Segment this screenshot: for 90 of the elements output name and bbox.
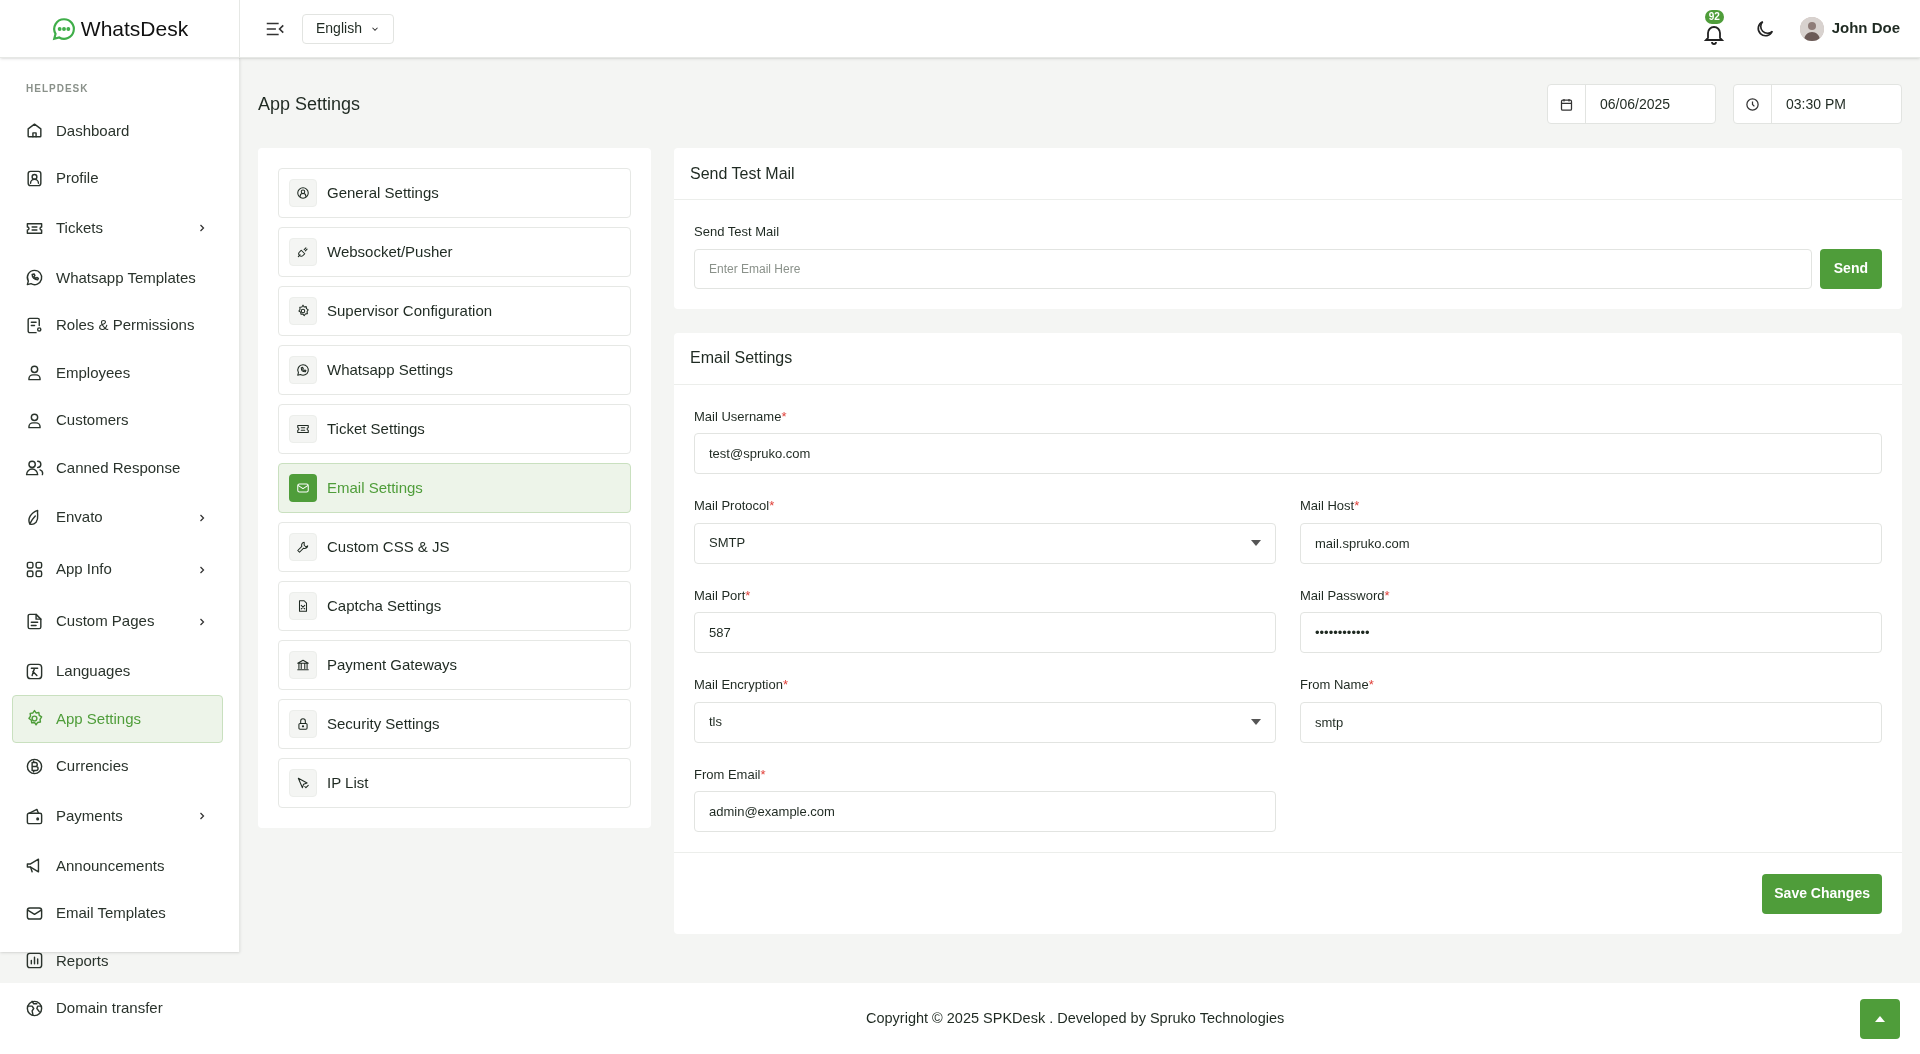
user-icon bbox=[25, 410, 44, 430]
language-dropdown[interactable]: English bbox=[302, 13, 394, 44]
select-field[interactable]: SMTP bbox=[694, 522, 1276, 564]
bank-icon bbox=[296, 658, 310, 672]
field-label: From Name* bbox=[1300, 676, 1375, 694]
sidebar-item[interactable]: Languages bbox=[12, 647, 223, 695]
user-icon bbox=[25, 363, 44, 383]
field-label: From Email* bbox=[694, 765, 767, 784]
settings-menu-item[interactable]: General Settings bbox=[278, 168, 631, 218]
plug-icon bbox=[296, 245, 310, 259]
field-label: Mail Host* bbox=[1300, 497, 1361, 515]
sidebar-item[interactable]: Tickets bbox=[12, 202, 223, 254]
translate-icon bbox=[25, 661, 44, 681]
sidebar-item[interactable]: Currencies bbox=[12, 742, 223, 790]
sidebar-item[interactable]: App Info bbox=[12, 543, 223, 596]
input-field[interactable]: test@spruko.com bbox=[694, 433, 1882, 474]
sidebar-item[interactable]: Payments bbox=[12, 790, 223, 842]
grid-icon bbox=[25, 560, 44, 579]
page-title: App Settings bbox=[258, 92, 361, 116]
sidebar-item[interactable]: Whatsapp Templates bbox=[12, 254, 223, 302]
field-label: Mail Protocol* bbox=[694, 497, 776, 515]
select-field[interactable]: tls bbox=[694, 701, 1276, 743]
bar-chart-icon bbox=[25, 951, 44, 971]
chat-logo-icon bbox=[50, 15, 77, 42]
sidebar-item[interactable]: Announcements bbox=[12, 842, 223, 890]
sidebar-item[interactable]: Roles & Permissions bbox=[12, 301, 223, 349]
card-title: Send Test Mail bbox=[674, 148, 1902, 200]
phone-bubble-icon bbox=[25, 268, 44, 288]
footer-text: Copyright © 2025 SPKDesk . Developed by Spruko Technologies bbox=[866, 1008, 1285, 1028]
input-field[interactable]: 587 bbox=[694, 612, 1276, 653]
calendar-icon bbox=[1559, 96, 1574, 112]
sidebar-item[interactable]: Domain transfer bbox=[12, 984, 223, 1032]
document-user-icon bbox=[25, 315, 44, 335]
coin-icon bbox=[25, 756, 44, 776]
field-label: Send Test Mail bbox=[694, 223, 781, 241]
envelope-icon bbox=[296, 481, 310, 495]
sidebar-item[interactable]: Reports bbox=[12, 937, 223, 985]
sidebar-item[interactable]: Custom Pages bbox=[12, 595, 223, 648]
field-label: Mail Password* bbox=[1300, 586, 1391, 605]
caret-down-icon bbox=[1251, 719, 1261, 725]
settings-menu-item[interactable]: Captcha Settings bbox=[278, 581, 631, 631]
ticket-icon bbox=[296, 422, 310, 436]
field-label: Mail Port* bbox=[694, 586, 752, 605]
user-name[interactable]: John Doe bbox=[1831, 17, 1900, 40]
user-circle-icon bbox=[296, 186, 310, 200]
input-field[interactable]: •••••••••••• bbox=[1300, 612, 1882, 653]
sidebar-item[interactable]: Email Templates bbox=[12, 889, 223, 937]
scroll-top-button[interactable] bbox=[1860, 998, 1900, 1039]
sidebar-item[interactable]: Envato bbox=[12, 491, 223, 544]
phone-bubble-icon bbox=[296, 363, 310, 377]
settings-menu-item[interactable]: Websocket/Pusher bbox=[278, 227, 631, 277]
house-icon bbox=[25, 121, 44, 141]
settings-menu-item[interactable]: Custom CSS & JS bbox=[278, 522, 631, 572]
field-label: Mail Username* bbox=[694, 407, 788, 426]
input-field[interactable]: admin@example.com bbox=[694, 791, 1276, 832]
sidebar-item[interactable]: Canned Response bbox=[12, 444, 223, 492]
input-field[interactable]: smtp bbox=[1300, 701, 1882, 743]
gear-icon bbox=[296, 304, 310, 318]
cursor-icon bbox=[296, 776, 310, 790]
card-title: Email Settings bbox=[674, 332, 1902, 385]
caret-down-icon bbox=[1251, 540, 1261, 546]
users-icon bbox=[25, 458, 44, 478]
document-cross-icon bbox=[296, 599, 310, 613]
wrench-icon bbox=[296, 540, 310, 554]
sidebar-item[interactable]: Dashboard bbox=[12, 107, 223, 155]
email-input[interactable]: Enter Email Here bbox=[694, 248, 1812, 289]
input-field[interactable]: mail.spruko.com bbox=[1300, 522, 1882, 564]
clock-icon bbox=[1745, 96, 1760, 112]
sidebar-item[interactable]: Employees bbox=[12, 349, 223, 397]
notification-badge: 92 bbox=[1704, 9, 1724, 24]
date-field[interactable]: 06/06/2025 bbox=[1547, 84, 1716, 124]
settings-menu-item[interactable]: Whatsapp Settings bbox=[278, 345, 631, 395]
caret-up-icon bbox=[1875, 1015, 1885, 1022]
lock-icon bbox=[296, 717, 310, 731]
settings-menu-item[interactable]: Ticket Settings bbox=[278, 404, 631, 454]
sidebar-item[interactable]: Customers bbox=[12, 396, 223, 444]
document-icon bbox=[25, 612, 44, 631]
sidebar-item[interactable]: Profile bbox=[12, 154, 223, 202]
settings-menu-item[interactable]: IP List bbox=[278, 758, 631, 808]
brand-name: WhatsDesk bbox=[80, 15, 189, 42]
user-badge-icon bbox=[25, 168, 44, 188]
globe-icon bbox=[25, 998, 44, 1018]
user-avatar[interactable] bbox=[1799, 16, 1824, 41]
field-label: Mail Encryption* bbox=[694, 676, 789, 694]
settings-menu-item[interactable]: Supervisor Configuration bbox=[278, 286, 631, 336]
settings-menu-item[interactable]: Security Settings bbox=[278, 699, 631, 749]
section-label: HELPDESK bbox=[26, 82, 89, 96]
wallet-icon bbox=[25, 806, 44, 826]
time-field[interactable]: 03:30 PM bbox=[1733, 84, 1902, 124]
settings-menu-item[interactable]: Payment Gateways bbox=[278, 640, 631, 690]
